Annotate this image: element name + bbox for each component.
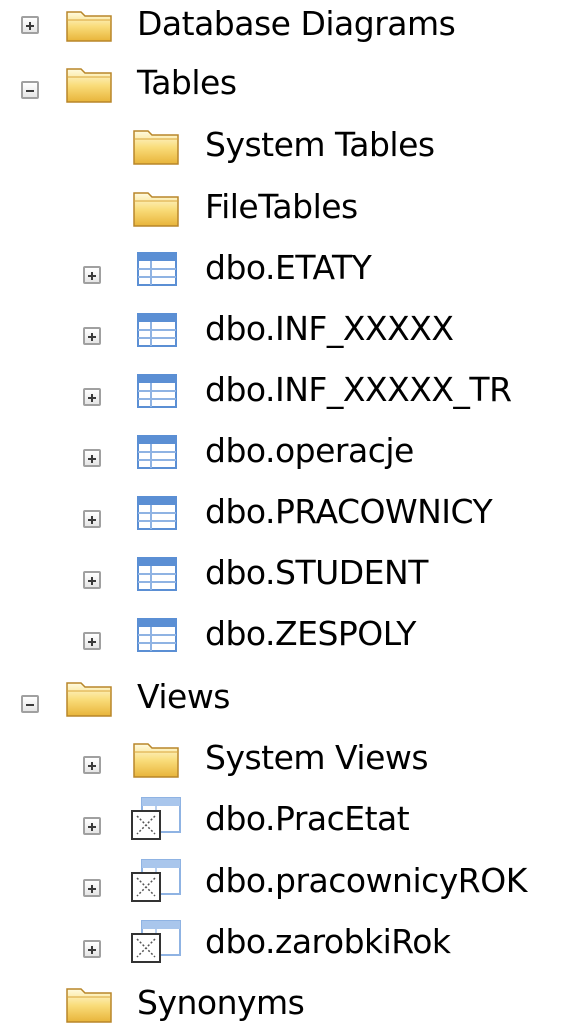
table-icon: [137, 435, 177, 469]
tree-node-filetables[interactable]: FileTables: [0, 179, 580, 240]
table-icon: [137, 252, 177, 286]
tree-node-table[interactable]: dbo.ZESPOLY: [0, 606, 580, 667]
folder-icon: [66, 11, 112, 42]
tree-node-label: dbo.ETATY: [205, 248, 372, 287]
tree-node-table[interactable]: dbo.INF_XXXXX_TR: [0, 362, 580, 423]
tree-node-table[interactable]: dbo.STUDENT: [0, 545, 580, 606]
table-icon: [137, 618, 177, 652]
tree-node-label: dbo.STUDENT: [205, 553, 428, 592]
tree-node-table[interactable]: dbo.PRACOWNICY: [0, 484, 580, 545]
tree-node-label: System Tables: [205, 125, 435, 164]
tree-node-view[interactable]: dbo.PracEtat: [0, 791, 580, 852]
tree-node-label: dbo.INF_XXXXX_TR: [205, 370, 512, 409]
expand-plus-icon[interactable]: [83, 817, 101, 835]
object-explorer-tree: Database Diagrams Tables System Tables F…: [0, 0, 580, 1027]
expand-plus-icon[interactable]: [83, 632, 101, 650]
tree-node-label: System Views: [205, 738, 429, 777]
tree-node-label: dbo.zarobkiRok: [205, 922, 451, 961]
tree-node-tables[interactable]: Tables: [0, 55, 580, 116]
expand-plus-icon[interactable]: [83, 571, 101, 589]
tree-node-label: dbo.PracEtat: [205, 799, 410, 838]
expand-plus-icon[interactable]: [83, 510, 101, 528]
expand-plus-icon[interactable]: [83, 327, 101, 345]
tree-node-system-tables[interactable]: System Tables: [0, 117, 580, 178]
folder-icon: [133, 743, 179, 778]
table-icon: [137, 557, 177, 591]
tree-node-table[interactable]: dbo.INF_XXXXX: [0, 301, 580, 362]
collapse-minus-icon[interactable]: [21, 695, 39, 713]
folder-icon: [133, 130, 179, 165]
expand-plus-icon[interactable]: [83, 756, 101, 774]
tree-node-label: Tables: [137, 63, 237, 102]
tree-node-label: dbo.operacje: [205, 431, 414, 470]
tree-node-label: dbo.PRACOWNICY: [205, 492, 493, 531]
expand-plus-icon[interactable]: [83, 940, 101, 958]
folder-icon: [66, 68, 112, 103]
table-icon: [137, 496, 177, 530]
tree-node-view[interactable]: dbo.pracownicyROK: [0, 853, 580, 914]
tree-node-view[interactable]: dbo.zarobkiRok: [0, 914, 580, 975]
expand-plus-icon[interactable]: [83, 266, 101, 284]
view-icon: [131, 797, 181, 840]
tree-node-views[interactable]: Views: [0, 669, 580, 730]
tree-node-label: Database Diagrams: [137, 4, 456, 43]
tree-node-label: Views: [137, 677, 231, 716]
table-icon: [137, 374, 177, 408]
tree-node-label: dbo.INF_XXXXX: [205, 309, 454, 348]
collapse-minus-icon[interactable]: [21, 81, 39, 99]
folder-icon: [133, 192, 179, 227]
view-icon: [131, 920, 181, 963]
expand-plus-icon[interactable]: [21, 16, 39, 34]
expand-plus-icon[interactable]: [83, 388, 101, 406]
table-icon: [137, 313, 177, 347]
expand-plus-icon[interactable]: [83, 879, 101, 897]
tree-node-table[interactable]: dbo.ETATY: [0, 240, 580, 301]
folder-icon: [66, 988, 112, 1023]
tree-node-label: Synonyms: [137, 983, 305, 1022]
tree-node-system-views[interactable]: System Views: [0, 730, 580, 791]
tree-node-database-diagrams[interactable]: Database Diagrams: [0, 0, 580, 43]
tree-node-label: dbo.ZESPOLY: [205, 614, 416, 653]
tree-node-table[interactable]: dbo.operacje: [0, 423, 580, 484]
tree-node-label: dbo.pracownicyROK: [205, 861, 527, 900]
expand-plus-icon[interactable]: [83, 449, 101, 467]
folder-icon: [66, 682, 112, 717]
tree-node-label: FileTables: [205, 187, 358, 226]
view-icon: [131, 859, 181, 902]
